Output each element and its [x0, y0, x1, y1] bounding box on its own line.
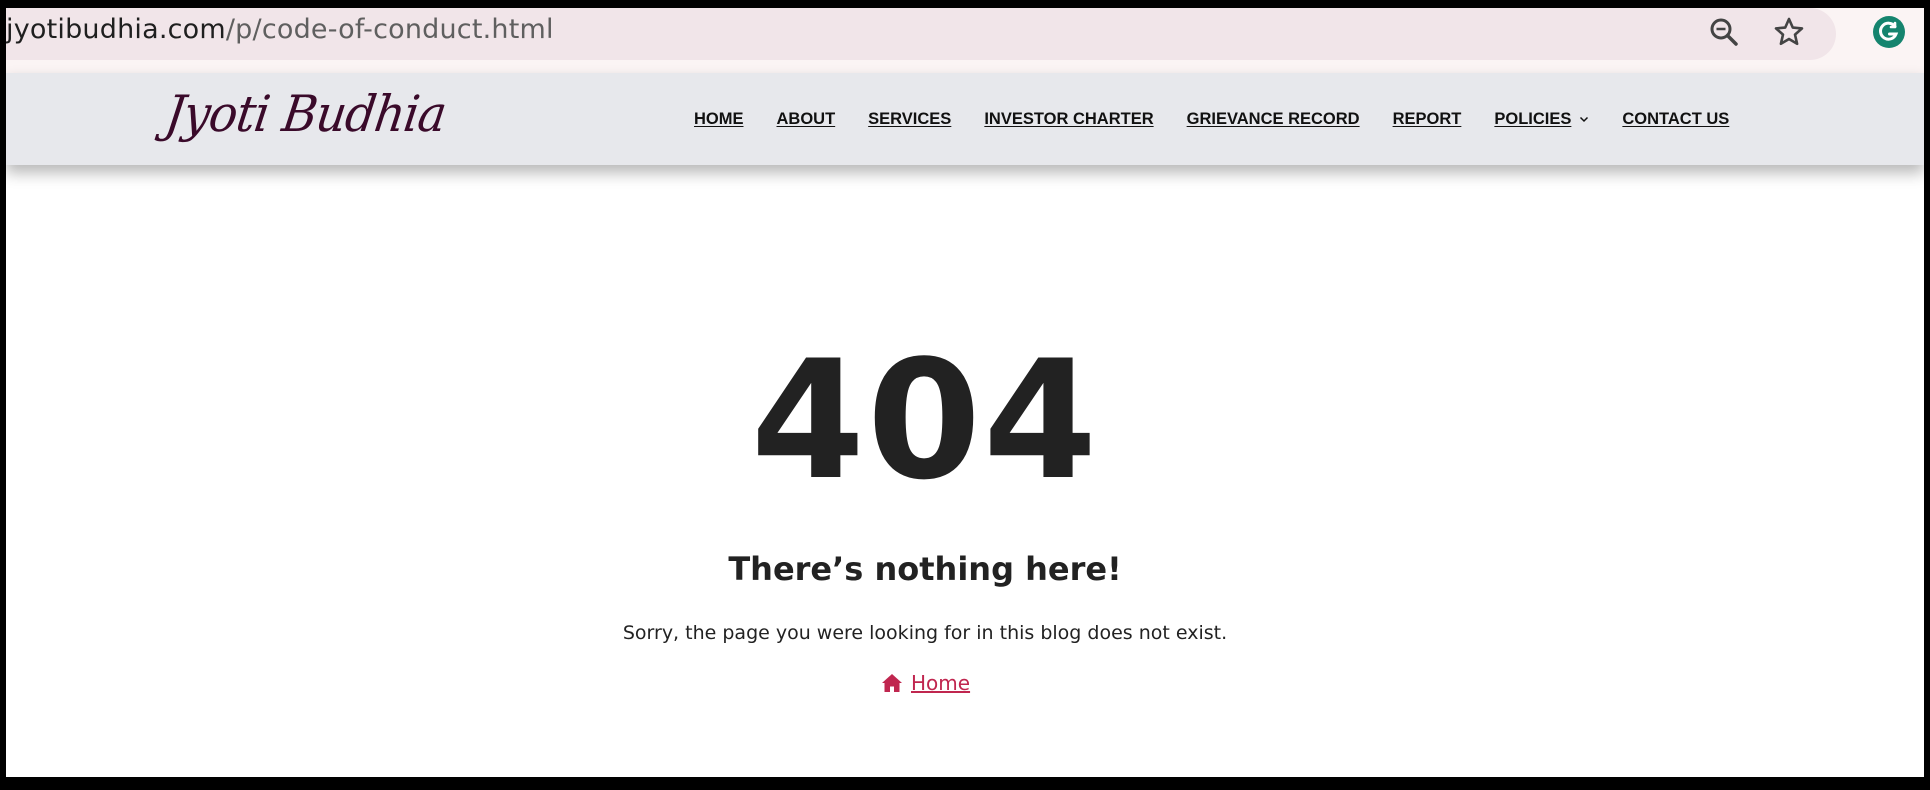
zoom-out-icon[interactable] — [1706, 14, 1742, 50]
nav-grievance-record[interactable]: GRIEVANCE RECORD — [1187, 110, 1360, 129]
bookmark-star-icon[interactable] — [1771, 14, 1807, 50]
error-code: 404 — [750, 325, 1100, 516]
home-icon — [882, 674, 902, 692]
chevron-down-icon — [1580, 116, 1589, 123]
nav-policies[interactable]: POLICIES — [1494, 110, 1589, 129]
url-domain: jyotibudhia.com — [6, 14, 226, 45]
browser-toolbar: jyotibudhia.com/p/code-of-conduct.html — [6, 8, 1924, 73]
home-link-label: Home — [911, 671, 971, 695]
error-headline: There’s nothing here! — [728, 550, 1122, 588]
nav-contact-us[interactable]: CONTACT US — [1622, 110, 1729, 129]
address-bar[interactable]: jyotibudhia.com/p/code-of-conduct.html — [6, 8, 1836, 60]
site-logo[interactable]: Jyoti Budhia — [162, 85, 450, 143]
nav-home[interactable]: HOME — [694, 110, 744, 129]
error-page-content: 404 There’s nothing here! Sorry, the pag… — [6, 165, 1924, 777]
nav-policies-label: POLICIES — [1494, 109, 1572, 128]
url-text[interactable]: jyotibudhia.com/p/code-of-conduct.html — [6, 14, 554, 45]
nav-report[interactable]: REPORT — [1393, 110, 1462, 129]
nav-about[interactable]: ABOUT — [777, 110, 836, 129]
browser-window: jyotibudhia.com/p/code-of-conduct.html J… — [6, 8, 1924, 777]
site-header: Jyoti Budhia HOME ABOUT SERVICES INVESTO… — [6, 73, 1924, 165]
error-message: Sorry, the page you were looking for in … — [622, 622, 1228, 644]
url-path: /p/code-of-conduct.html — [225, 14, 554, 45]
main-navigation: HOME ABOUT SERVICES INVESTOR CHARTER GRI… — [694, 73, 1729, 165]
home-link[interactable]: Home — [881, 671, 970, 695]
nav-services[interactable]: SERVICES — [868, 110, 951, 129]
grammarly-icon[interactable] — [1871, 14, 1907, 50]
nav-investor-charter[interactable]: INVESTOR CHARTER — [984, 110, 1153, 129]
